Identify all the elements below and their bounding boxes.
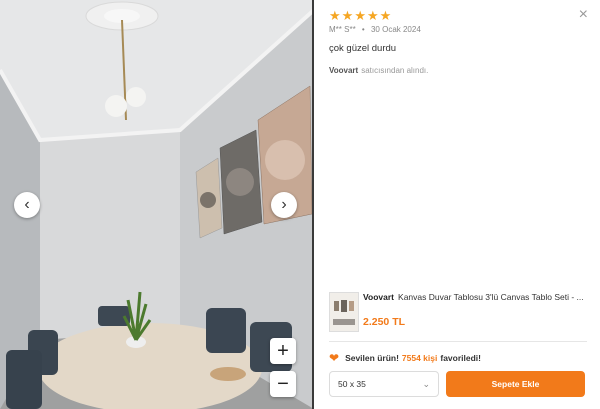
star-icon: ★ xyxy=(366,8,379,23)
chevron-down-icon: ⌄ xyxy=(422,378,430,389)
previous-image-button[interactable]: ‹ xyxy=(14,192,40,218)
seller-suffix: satıcısından alındı. xyxy=(361,66,429,75)
size-select-value: 50 x 35 xyxy=(338,379,366,389)
plus-icon: + xyxy=(277,340,289,362)
star-icon: ★ xyxy=(354,8,366,23)
review-date: 30 Ocak 2024 xyxy=(370,25,421,34)
separator-dot: • xyxy=(361,25,365,34)
review-meta: M** S** • 30 Ocak 2024 xyxy=(329,25,421,34)
favorite-prefix: Sevilen ürün! xyxy=(345,353,399,363)
size-select[interactable]: 50 x 35 ⌄ xyxy=(329,371,439,397)
favorite-count: 7554 kişi xyxy=(401,353,438,363)
review-comment: çok güzel durdu xyxy=(329,43,397,54)
add-to-cart-button[interactable]: Sepete Ekle xyxy=(446,371,585,397)
chevron-left-icon: ‹ xyxy=(24,196,30,213)
divider xyxy=(329,341,587,342)
star-icon: ★ xyxy=(329,8,341,23)
favorite-banner: ❤ Sevilen ürün! 7554 kişi favoriledi! xyxy=(329,351,481,365)
star-icon: ★ xyxy=(379,8,392,23)
product-name[interactable]: Voovart Kanvas Duvar Tablosu 3'lü Canvas … xyxy=(363,292,591,302)
zoom-out-button[interactable]: − xyxy=(270,371,296,397)
product-brand: Voovart xyxy=(363,292,395,302)
seller-info: Voovart satıcısından alındı. xyxy=(329,66,428,75)
star-icon: ★ xyxy=(341,8,354,23)
rating-stars: ★ ★ ★ ★ ★ xyxy=(329,9,391,22)
close-button[interactable]: × xyxy=(579,6,588,24)
product-card[interactable]: Voovart Kanvas Duvar Tablosu 3'lü Canvas … xyxy=(329,292,587,332)
review-photo: ‹ › + − xyxy=(0,0,314,409)
review-panel: × ★ ★ ★ ★ ★ M** S** • 30 Ocak 2024 çok g… xyxy=(314,0,600,409)
product-price: 2.250 TL xyxy=(363,316,406,328)
minus-icon: − xyxy=(277,373,289,395)
heart-icon: ❤ xyxy=(329,351,340,365)
next-image-button[interactable]: › xyxy=(271,192,297,218)
seller-name: Voovart xyxy=(329,66,359,75)
review-author: M** S** xyxy=(329,25,356,34)
product-thumbnail[interactable] xyxy=(329,292,359,332)
zoom-in-button[interactable]: + xyxy=(270,338,296,364)
product-thumbnail-image xyxy=(330,293,358,331)
favorite-suffix: favoriledi! xyxy=(440,353,481,363)
room-photo xyxy=(0,0,314,409)
chevron-right-icon: › xyxy=(281,196,287,213)
close-icon: × xyxy=(578,6,588,23)
product-title: Kanvas Duvar Tablosu 3'lü Canvas Tablo S… xyxy=(398,292,584,302)
